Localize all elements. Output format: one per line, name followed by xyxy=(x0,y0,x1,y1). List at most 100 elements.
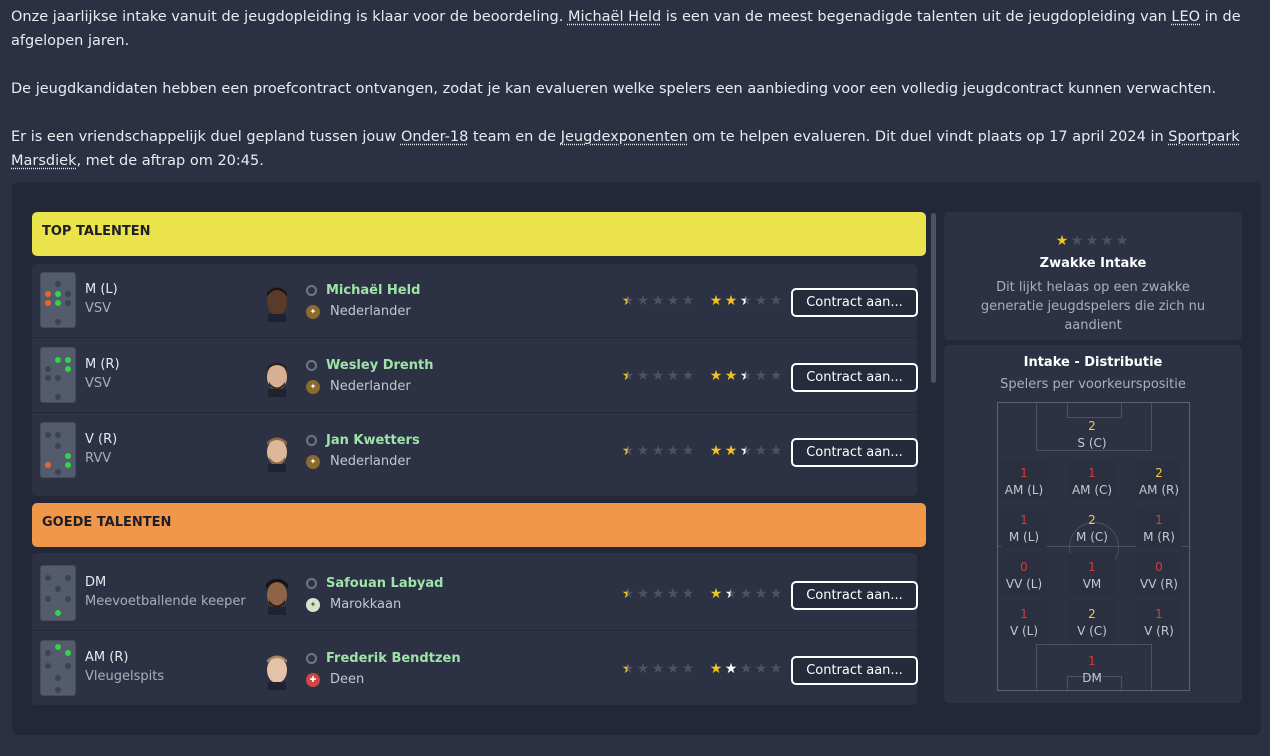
star-icon: ★ xyxy=(636,293,650,309)
offer-contract-button[interactable]: Contract aan... xyxy=(791,581,918,610)
position-count: 1 xyxy=(1088,466,1096,480)
current-ability-stars: ★ ★ ★ ★ ★ xyxy=(620,586,695,602)
top-talents-header: TOP TALENTEN xyxy=(32,212,926,256)
player-position: V (R) xyxy=(85,432,118,447)
player-role: VSV xyxy=(85,376,112,391)
position-label: DM xyxy=(1082,671,1102,685)
list-scrollbar[interactable] xyxy=(931,213,936,383)
star-icon: ★ xyxy=(681,586,695,602)
star-icon: ★ xyxy=(636,586,650,602)
star-icon: ★ xyxy=(1085,233,1099,249)
intake-rating-title: Zwakke Intake xyxy=(1039,256,1147,271)
position-cell-vv-l[interactable]: 0 VV (L) xyxy=(1001,553,1047,595)
player-position: AM (R) xyxy=(85,650,129,665)
star-icon: ★ xyxy=(621,368,635,384)
position-cell-vm[interactable]: 1 VM xyxy=(1069,553,1115,595)
offer-contract-button[interactable]: Contract aan... xyxy=(791,438,918,467)
star-icon: ★ xyxy=(769,586,783,602)
potential-ability-stars: ★ ★ ★ ★ ★ xyxy=(708,586,783,602)
player-row[interactable]: AM (R) Vleugelspits Frederik Bendtzen ✚ … xyxy=(32,632,918,706)
star-icon: ★ xyxy=(724,368,738,384)
club-link[interactable]: LEO xyxy=(1171,9,1200,25)
position-cell-m-l[interactable]: 1 M (L) xyxy=(1001,506,1047,548)
star-icon: ★ xyxy=(724,661,738,677)
star-icon: ★ xyxy=(651,661,665,677)
player-avatar xyxy=(267,362,287,397)
position-label: VV (L) xyxy=(1005,577,1043,591)
offer-contract-button[interactable]: Contract aan... xyxy=(791,656,918,685)
position-label: AM (C) xyxy=(1071,483,1113,497)
position-cell-dm[interactable]: 1 DM xyxy=(1069,647,1115,689)
position-count: 2 xyxy=(1088,513,1096,527)
position-label: AM (R) xyxy=(1138,483,1180,497)
star-icon: ★ xyxy=(769,293,783,309)
player-avatar xyxy=(267,287,287,322)
player-row[interactable]: M (R) VSV Wesley Drenth ✦ Nederlander ★ ★… xyxy=(32,339,918,413)
intro-text-part: , met de aftrap om 20:45. xyxy=(76,153,264,169)
shortlist-icon[interactable] xyxy=(306,360,317,371)
player-name[interactable]: Safouan Labyad xyxy=(326,576,443,591)
team-link[interactable]: Jeugdexponenten xyxy=(561,129,688,145)
star-icon: ★ xyxy=(666,661,680,677)
star-icon: ★ xyxy=(769,661,783,677)
player-role: VSV xyxy=(85,301,112,316)
position-cell-am-l[interactable]: 1 AM (L) xyxy=(1001,459,1047,501)
star-icon: ★ xyxy=(651,293,665,309)
offer-contract-button[interactable]: Contract aan... xyxy=(791,363,918,392)
potential-ability-stars: ★ ★ ★ ★ ★ xyxy=(708,661,783,677)
shortlist-icon[interactable] xyxy=(306,653,317,664)
intro-text-part: team en de xyxy=(468,129,561,145)
star-icon: ★ xyxy=(1070,233,1084,249)
position-cell-m-r[interactable]: 1 M (R) xyxy=(1136,506,1182,548)
position-cell-am-c[interactable]: 1 AM (C) xyxy=(1069,459,1115,501)
position-count: 2 xyxy=(1155,466,1163,480)
position-cell-m-c[interactable]: 2 M (C) xyxy=(1069,506,1115,548)
shortlist-icon[interactable] xyxy=(306,578,317,589)
star-icon: ★ xyxy=(709,368,723,384)
player-row[interactable]: V (R) RVV Jan Kwetters ✦ Nederlander ★ ★ ★… xyxy=(32,414,918,488)
offer-contract-button[interactable]: Contract aan... xyxy=(791,288,918,317)
player-role: Vleugelspits xyxy=(85,669,165,684)
team-link[interactable]: Onder-18 xyxy=(401,129,468,145)
player-name[interactable]: Frederik Bendtzen xyxy=(326,651,461,666)
position-cell-am-r[interactable]: 2 AM (R) xyxy=(1136,459,1182,501)
player-name[interactable]: Wesley Drenth xyxy=(326,358,433,373)
star-icon: ★ xyxy=(636,443,650,459)
star-icon: ★ xyxy=(666,443,680,459)
position-cell-v-c[interactable]: 2 V (C) xyxy=(1069,600,1115,642)
star-icon: ★ xyxy=(739,586,753,602)
top-talents-list: M (L) VSV Michaël Held ✦ Nederlander ★ ★ ★… xyxy=(32,264,918,496)
intro-paragraph-3: Er is een vriendschappelijk duel gepland… xyxy=(11,125,1261,173)
shortlist-icon[interactable] xyxy=(306,285,317,296)
star-icon: ★ xyxy=(739,293,753,309)
player-row[interactable]: DM Meevoetballende keeper Safouan Labyad… xyxy=(32,557,918,631)
star-icon: ★ xyxy=(1100,233,1114,249)
player-name[interactable]: Michaël Held xyxy=(326,283,420,298)
potential-ability-stars: ★ ★ ★ ★ ★ xyxy=(708,368,783,384)
player-link[interactable]: Michaël Held xyxy=(568,9,661,25)
position-pitch-icon xyxy=(40,347,76,403)
star-icon: ★ xyxy=(666,586,680,602)
player-nationality: Nederlander xyxy=(330,304,411,319)
star-icon: ★ xyxy=(739,661,753,677)
position-count: 1 xyxy=(1155,607,1163,621)
position-cell-v-l[interactable]: 1 V (L) xyxy=(1001,600,1047,642)
position-count: 0 xyxy=(1020,560,1028,574)
position-cell-v-r[interactable]: 1 V (R) xyxy=(1136,600,1182,642)
position-cell-vv-r[interactable]: 0 VV (R) xyxy=(1136,553,1182,595)
intro-text-part: Er is een vriendschappelijk duel gepland… xyxy=(11,129,401,145)
position-cell-s-c[interactable]: 2 S (C) xyxy=(1069,412,1115,454)
distribution-subtitle: Spelers per voorkeurspositie xyxy=(1000,377,1186,392)
nationality-flag-icon: ✚ xyxy=(306,673,320,687)
position-label: M (C) xyxy=(1076,530,1108,544)
star-icon: ★ xyxy=(681,661,695,677)
star-icon: ★ xyxy=(739,368,753,384)
star-icon: ★ xyxy=(651,368,665,384)
nationality-flag-icon: ✦ xyxy=(306,598,320,612)
player-row[interactable]: M (L) VSV Michaël Held ✦ Nederlander ★ ★ ★… xyxy=(32,264,918,338)
player-nationality: Nederlander xyxy=(330,379,411,394)
shortlist-icon[interactable] xyxy=(306,435,317,446)
good-talents-header: GOEDE TALENTEN xyxy=(32,503,926,547)
star-icon: ★ xyxy=(681,443,695,459)
player-name[interactable]: Jan Kwetters xyxy=(326,433,420,448)
